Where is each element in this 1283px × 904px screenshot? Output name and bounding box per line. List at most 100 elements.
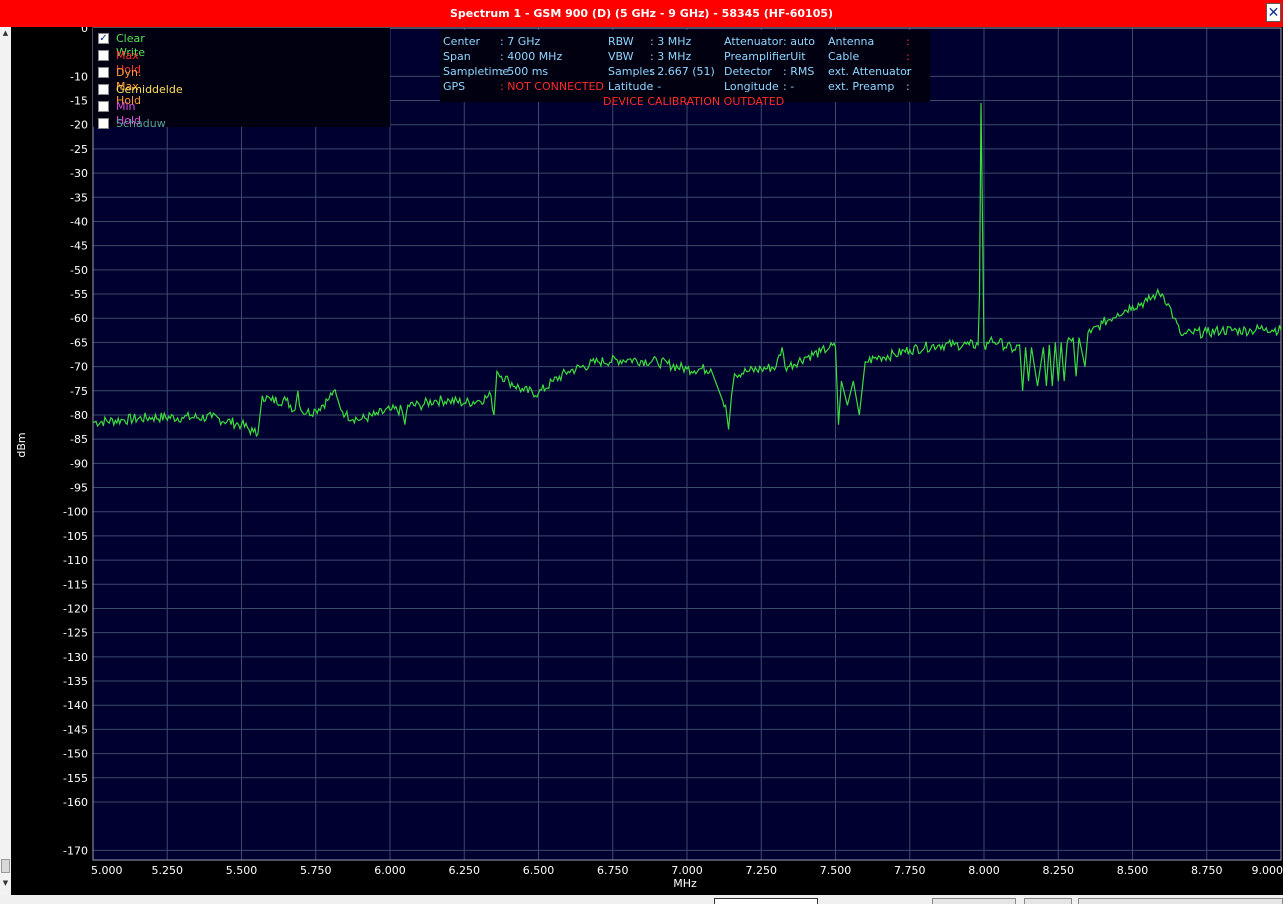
y-tick-label: -50: [70, 264, 88, 277]
y-tick-label: -145: [63, 723, 88, 736]
y-tick-label: -140: [63, 699, 88, 712]
x-tick-label: 7.750: [894, 864, 926, 877]
y-tick-label: -30: [70, 167, 88, 180]
y-tick-label: -70: [70, 361, 88, 374]
y-tick-label: -110: [63, 554, 88, 567]
calibration-warning: DEVICE CALIBRATION OUTDATED: [603, 95, 785, 108]
info-longitude-label: Longitude: [724, 80, 779, 93]
y-tick-label: -105: [63, 530, 88, 543]
y-tick-label: -120: [63, 602, 88, 615]
window-title: Spectrum 1 - GSM 900 (D) (5 GHz - 9 GHz)…: [449, 7, 834, 20]
x-tick-label: 8.500: [1117, 864, 1149, 877]
checkbox-schaduw[interactable]: [98, 118, 109, 129]
y-axis-label: dBm: [15, 432, 28, 457]
info-attenuator-label: Attenuator: [724, 35, 783, 48]
info-antenna-value: :: [906, 35, 910, 48]
info-latitude-value: : -: [650, 80, 662, 93]
info-ext-preamp-label: ext. Preamp: [828, 80, 895, 93]
y-tick-label: -85: [70, 433, 88, 446]
y-tick-label: -170: [63, 844, 88, 857]
close-icon[interactable]: ✕: [1266, 3, 1281, 22]
x-tick-label: 6.000: [374, 864, 406, 877]
window-title-bar: Spectrum 1 - GSM 900 (D) (5 GHz - 9 GHz)…: [0, 0, 1283, 27]
info-samples-value: : 2.667 (51): [650, 65, 715, 78]
spectrum-chart: 0 -10 -15 -20 -25 -30 -35 -40 -45 -50 -55 -60 -65 -70…: [11, 27, 1283, 895]
y-tick-label: -40: [70, 215, 88, 228]
y-tick-label: -115: [63, 578, 88, 591]
x-tick-label: 8.750: [1191, 864, 1223, 877]
info-center-value: : 7 GHz: [500, 35, 541, 48]
y-tick-label: -95: [70, 482, 88, 495]
info-ext-attenuator-value: :: [906, 65, 910, 78]
scroll-down-arrow-icon[interactable]: ▼: [1, 879, 10, 887]
info-preamp-value: : Uit: [783, 50, 806, 63]
bottom-tab[interactable]: [1078, 898, 1283, 904]
y-tick-label: -15: [70, 95, 88, 108]
info-vbw-label: VBW: [608, 50, 634, 63]
y-tick-label: -130: [63, 651, 88, 664]
y-tick-label: -90: [70, 457, 88, 470]
y-tick-label: -80: [70, 409, 88, 422]
vertical-scrollbar[interactable]: ▲ ▼: [0, 27, 11, 895]
y-tick-label: -135: [63, 675, 88, 688]
checkbox-min-hold[interactable]: [98, 101, 109, 112]
info-detector-label: Detector: [724, 65, 772, 78]
x-tick-label: 7.250: [746, 864, 778, 877]
bottom-status-strip: [0, 895, 1283, 904]
x-tick-label: 8.000: [968, 864, 1000, 877]
x-tick-label: 8.250: [1043, 864, 1075, 877]
y-tick-label: -35: [70, 191, 88, 204]
scrollbar-thumb[interactable]: [1, 859, 10, 873]
x-tick-label: 7.000: [671, 864, 703, 877]
info-vbw-value: : 3 MHz: [650, 50, 692, 63]
x-tick-label: 5.000: [91, 864, 123, 877]
info-span-value: : 4000 MHz: [500, 50, 563, 63]
bottom-tab[interactable]: [932, 898, 1016, 904]
y-tick-label: -20: [70, 119, 88, 132]
x-tick-label: 5.750: [300, 864, 332, 877]
info-gps-value: : NOT CONNECTED: [500, 80, 604, 93]
y-tick-label: -160: [63, 796, 88, 809]
x-tick-label: 6.750: [597, 864, 629, 877]
scroll-up-arrow-icon[interactable]: ▲: [1, 29, 10, 37]
info-antenna-label: Antenna: [828, 35, 875, 48]
bottom-tab[interactable]: [1024, 898, 1072, 904]
y-tick-label: -155: [63, 772, 88, 785]
checkbox-max-hold[interactable]: [98, 50, 109, 61]
bottom-tab-active[interactable]: [714, 898, 818, 904]
y-tick-label: -75: [70, 385, 88, 398]
info-latitude-label: Latitude: [608, 80, 654, 93]
y-tick-label: -25: [70, 143, 88, 156]
x-tick-label: 5.250: [152, 864, 184, 877]
info-longitude-value: : -: [783, 80, 795, 93]
info-center-label: Center: [443, 35, 481, 48]
info-detector-value: : RMS: [783, 65, 815, 78]
checkbox-gemiddelde[interactable]: [98, 84, 109, 95]
x-axis-label: MHz: [673, 877, 697, 890]
x-tick-label: 9.000: [1252, 864, 1283, 877]
legend-label: Schaduw: [116, 117, 166, 130]
x-tick-label: 7.500: [820, 864, 852, 877]
info-span-label: Span: [443, 50, 471, 63]
y-tick-label: -10: [70, 70, 88, 83]
y-tick-label: -45: [70, 240, 88, 253]
info-rbw-label: RBW: [608, 35, 634, 48]
checkbox-clear-write[interactable]: ✓: [98, 33, 109, 44]
legend-label: Gemiddelde: [116, 83, 183, 96]
info-samples-label: Samples: [608, 65, 655, 78]
info-attenuator-value: : auto: [783, 35, 815, 48]
info-rbw-value: : 3 MHz: [650, 35, 692, 48]
info-gps-label: GPS: [443, 80, 466, 93]
y-tick-label: -150: [63, 748, 88, 761]
info-sampletime-value: : 500 ms: [500, 65, 549, 78]
info-ext-preamp-value: :: [906, 80, 910, 93]
info-ext-attenuator-label: ext. Attenuator: [828, 65, 912, 78]
y-tick-label: -60: [70, 312, 88, 325]
y-tick-label: -65: [70, 336, 88, 349]
y-tick-label: -55: [70, 288, 88, 301]
x-tick-label: 5.500: [226, 864, 258, 877]
y-tick-label: -100: [63, 506, 88, 519]
x-tick-label: 6.500: [523, 864, 555, 877]
checkbox-dyn-max-hold[interactable]: [98, 67, 109, 78]
y-tick-label: -125: [63, 627, 88, 640]
